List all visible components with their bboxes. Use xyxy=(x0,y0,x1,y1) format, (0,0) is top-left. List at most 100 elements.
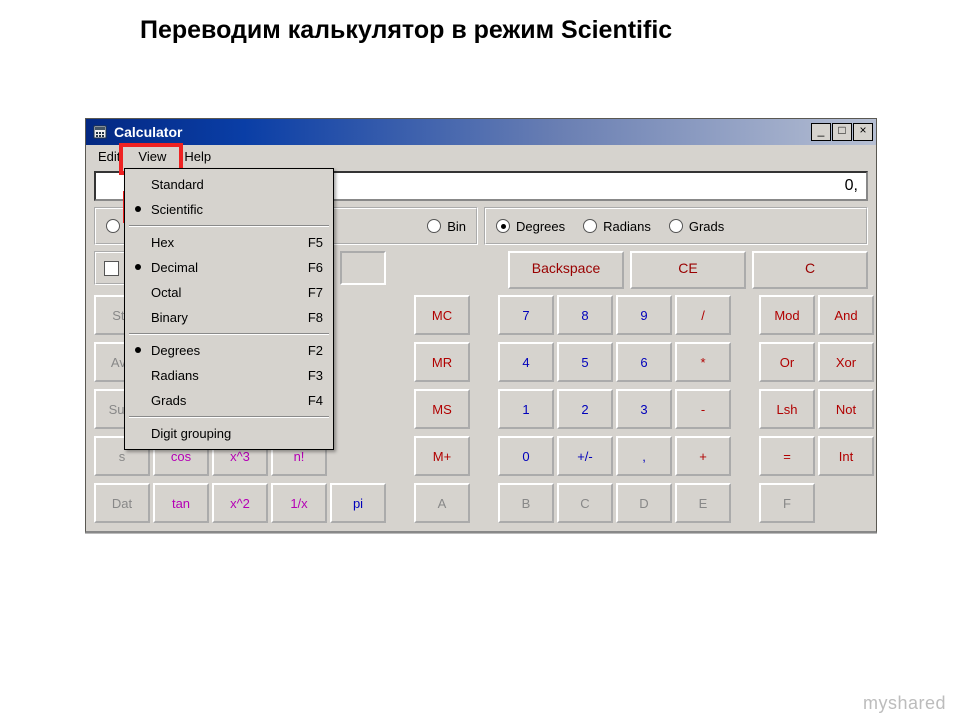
dd-separator xyxy=(129,333,329,335)
btn-5[interactable]: 5 xyxy=(557,342,613,382)
btn-8[interactable]: 8 xyxy=(557,295,613,335)
btn-comma[interactable]: , xyxy=(616,436,672,476)
btn-or[interactable]: Or xyxy=(759,342,815,382)
maximize-button[interactable]: □ xyxy=(832,123,852,141)
spacer xyxy=(330,389,382,425)
radio-grads[interactable]: Grads xyxy=(669,219,724,234)
btn-0[interactable]: 0 xyxy=(498,436,554,476)
btn-not[interactable]: Not xyxy=(818,389,874,429)
dd-standard[interactable]: Standard xyxy=(127,172,331,197)
view-dropdown: Standard Scientific Hex F5 Decimal F6 Oc… xyxy=(124,168,334,450)
btn-9[interactable]: 9 xyxy=(616,295,672,335)
btn-tan[interactable]: tan xyxy=(153,483,209,523)
btn-f[interactable]: F xyxy=(759,483,815,523)
bullet-icon xyxy=(135,264,141,270)
btn-b[interactable]: B xyxy=(498,483,554,523)
menuitem-label: Octal xyxy=(151,285,181,300)
dd-decimal[interactable]: Decimal F6 xyxy=(127,255,331,280)
menuitem-shortcut: F8 xyxy=(308,310,323,325)
btn-mplus[interactable]: M+ xyxy=(414,436,470,476)
bullet-icon xyxy=(135,206,141,212)
radio-hex[interactable] xyxy=(106,219,120,233)
btn-mc[interactable]: MC xyxy=(414,295,470,335)
radio-bin[interactable]: Bin xyxy=(427,219,466,234)
btn-1x[interactable]: 1/x xyxy=(271,483,327,523)
menuitem-label: Radians xyxy=(151,368,199,383)
menubar: Edit View Help xyxy=(86,145,876,168)
radio-icon xyxy=(427,219,441,233)
radio-radians[interactable]: Radians xyxy=(583,219,651,234)
calculator-icon xyxy=(92,124,108,140)
spacer xyxy=(330,436,382,472)
backspace-button[interactable]: Backspace xyxy=(508,251,624,289)
dd-separator xyxy=(129,416,329,418)
bullet-icon xyxy=(135,347,141,353)
dd-hex[interactable]: Hex F5 xyxy=(127,230,331,255)
btn-ms[interactable]: MS xyxy=(414,389,470,429)
dd-digit-grouping[interactable]: Digit grouping xyxy=(127,421,331,446)
memory-indicator xyxy=(340,251,386,285)
btn-7[interactable]: 7 xyxy=(498,295,554,335)
spacer xyxy=(330,342,382,378)
titlebar: Calculator _ □ × xyxy=(86,119,876,145)
radio-label: Grads xyxy=(689,219,724,234)
window-title: Calculator xyxy=(114,124,811,140)
dd-degrees[interactable]: Degrees F2 xyxy=(127,338,331,363)
btn-and[interactable]: And xyxy=(818,295,874,335)
menuitem-shortcut: F4 xyxy=(308,393,323,408)
menu-edit[interactable]: Edit xyxy=(90,147,128,166)
menu-view[interactable]: View xyxy=(130,147,174,166)
btn-6[interactable]: 6 xyxy=(616,342,672,382)
menuitem-shortcut: F5 xyxy=(308,235,323,250)
slide-caption: Переводим калькулятор в режим Scientific xyxy=(140,16,672,45)
btn-lsh[interactable]: Lsh xyxy=(759,389,815,429)
menuitem-shortcut: F2 xyxy=(308,343,323,358)
menuitem-label: Scientific xyxy=(151,202,203,217)
btn-pi[interactable]: pi xyxy=(330,483,386,523)
btn-d[interactable]: D xyxy=(616,483,672,523)
btn-4[interactable]: 4 xyxy=(498,342,554,382)
c-button[interactable]: C xyxy=(752,251,868,289)
radio-degrees[interactable]: Degrees xyxy=(496,219,565,234)
btn-mul[interactable]: * xyxy=(675,342,731,382)
radio-icon xyxy=(669,219,683,233)
btn-3[interactable]: 3 xyxy=(616,389,672,429)
btn-c[interactable]: C xyxy=(557,483,613,523)
menuitem-label: Hex xyxy=(151,235,174,250)
btn-mod[interactable]: Mod xyxy=(759,295,815,335)
menuitem-label: Binary xyxy=(151,310,188,325)
dd-binary[interactable]: Binary F8 xyxy=(127,305,331,330)
close-button[interactable]: × xyxy=(853,123,873,141)
btn-dat[interactable]: Dat xyxy=(94,483,150,523)
btn-e[interactable]: E xyxy=(675,483,731,523)
menuitem-label: Standard xyxy=(151,177,204,192)
btn-int[interactable]: Int xyxy=(818,436,874,476)
ce-button[interactable]: CE xyxy=(630,251,746,289)
menuitem-shortcut: F6 xyxy=(308,260,323,275)
btn-a[interactable]: A xyxy=(414,483,470,523)
dd-radians[interactable]: Radians F3 xyxy=(127,363,331,388)
inv-checkbox[interactable] xyxy=(104,261,119,276)
btn-div[interactable]: / xyxy=(675,295,731,335)
btn-mr[interactable]: MR xyxy=(414,342,470,382)
dd-octal[interactable]: Octal F7 xyxy=(127,280,331,305)
radio-label: Radians xyxy=(603,219,651,234)
menu-help[interactable]: Help xyxy=(176,147,219,166)
radio-icon xyxy=(106,219,120,233)
dd-separator xyxy=(129,225,329,227)
btn-plusminus[interactable]: +/- xyxy=(557,436,613,476)
btn-2[interactable]: 2 xyxy=(557,389,613,429)
dd-scientific[interactable]: Scientific xyxy=(127,197,331,222)
btn-x2[interactable]: x^2 xyxy=(212,483,268,523)
btn-eq[interactable]: = xyxy=(759,436,815,476)
radio-icon xyxy=(583,219,597,233)
menuitem-label: Grads xyxy=(151,393,186,408)
btn-1[interactable]: 1 xyxy=(498,389,554,429)
btn-add[interactable]: + xyxy=(675,436,731,476)
dd-grads[interactable]: Grads F4 xyxy=(127,388,331,413)
menuitem-label: Decimal xyxy=(151,260,198,275)
menuitem-shortcut: F3 xyxy=(308,368,323,383)
minimize-button[interactable]: _ xyxy=(811,123,831,141)
btn-sub[interactable]: - xyxy=(675,389,731,429)
btn-xor[interactable]: Xor xyxy=(818,342,874,382)
